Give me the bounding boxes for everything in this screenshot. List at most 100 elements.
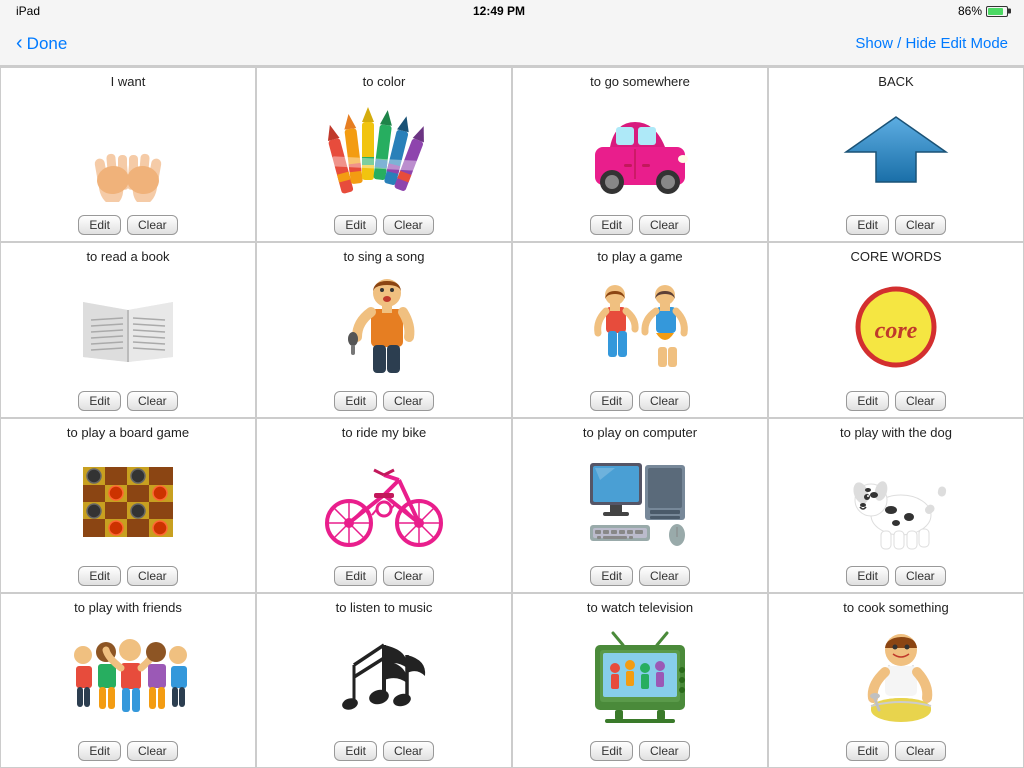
cell-image-i-want (5, 92, 251, 211)
cell-watch-tv: to watch television (512, 593, 768, 768)
cell-label-i-want: I want (111, 74, 146, 92)
battery-percent: 86% (958, 4, 982, 18)
cell-label-listen-music: to listen to music (336, 600, 433, 618)
cell-image-back (773, 92, 1019, 211)
cell-ride-bike: to ride my bike (256, 418, 512, 593)
cell-image-to-go-somewhere (517, 92, 763, 211)
edit-button-board-game[interactable]: Edit (78, 566, 121, 586)
cell-core-words: CORE WORDS core Edit Clear (768, 242, 1024, 417)
cell-buttons-listen-music: Edit Clear (334, 741, 433, 761)
edit-button-to-color[interactable]: Edit (334, 215, 377, 235)
clear-button-ride-bike[interactable]: Clear (383, 566, 434, 586)
cell-buttons-core-words: Edit Clear (846, 391, 945, 411)
clear-button-i-want[interactable]: Clear (127, 215, 178, 235)
cell-to-read-book: to read a book (0, 242, 256, 417)
clear-button-play-dog[interactable]: Clear (895, 566, 946, 586)
cell-label-play-computer: to play on computer (583, 425, 697, 443)
cell-buttons-to-read-book: Edit Clear (78, 391, 177, 411)
cell-label-to-read-book: to read a book (86, 249, 169, 267)
cell-buttons-play-computer: Edit Clear (590, 566, 689, 586)
cell-label-watch-tv: to watch television (587, 600, 693, 618)
edit-button-core-words[interactable]: Edit (846, 391, 889, 411)
edit-button-to-sing-a-song[interactable]: Edit (334, 391, 377, 411)
cell-buttons-to-play-game: Edit Clear (590, 391, 689, 411)
cell-image-core-words: core (773, 267, 1019, 386)
status-bar: iPad 12:49 PM 86% (0, 0, 1024, 22)
cell-buttons-to-sing-a-song: Edit Clear (334, 391, 433, 411)
cell-play-friends: to play with friends (0, 593, 256, 768)
status-time: 12:49 PM (473, 4, 525, 18)
cell-image-to-read-book (5, 267, 251, 386)
cell-image-listen-music (261, 618, 507, 737)
cell-buttons-i-want: Edit Clear (78, 215, 177, 235)
cell-play-computer: to play on computer (512, 418, 768, 593)
cell-to-color: to color (256, 67, 512, 242)
clear-button-to-play-game[interactable]: Clear (639, 391, 690, 411)
cell-image-cook (773, 618, 1019, 737)
cell-image-ride-bike (261, 443, 507, 562)
clear-button-to-sing-a-song[interactable]: Clear (383, 391, 434, 411)
back-chevron-icon: ‹ (16, 32, 23, 55)
clear-button-back[interactable]: Clear (895, 215, 946, 235)
cell-buttons-to-go-somewhere: Edit Clear (590, 215, 689, 235)
cell-buttons-play-dog: Edit Clear (846, 566, 945, 586)
nav-bar: ‹ Done Show / Hide Edit Mode (0, 22, 1024, 66)
cell-to-sing-a-song: to sing a song (256, 242, 512, 417)
edit-button-play-friends[interactable]: Edit (78, 741, 121, 761)
edit-button-play-computer[interactable]: Edit (590, 566, 633, 586)
cell-image-play-dog (773, 443, 1019, 562)
clear-button-listen-music[interactable]: Clear (383, 741, 434, 761)
clear-button-to-color[interactable]: Clear (383, 215, 434, 235)
cell-board-game: to play a board game (0, 418, 256, 593)
cell-buttons-ride-bike: Edit Clear (334, 566, 433, 586)
cell-listen-music: to listen to music (256, 593, 512, 768)
back-label: Done (27, 34, 68, 54)
cell-label-play-dog: to play with the dog (840, 425, 952, 443)
clear-button-play-friends[interactable]: Clear (127, 741, 178, 761)
device-name: iPad (16, 4, 40, 18)
cell-image-to-play-game (517, 267, 763, 386)
back-button[interactable]: ‹ Done (16, 32, 67, 55)
cell-buttons-cook: Edit Clear (846, 741, 945, 761)
edit-button-play-dog[interactable]: Edit (846, 566, 889, 586)
cell-label-to-color: to color (363, 74, 406, 92)
edit-button-to-go-somewhere[interactable]: Edit (590, 215, 633, 235)
cell-back: BACK Edit Clear (768, 67, 1024, 242)
edit-mode-button[interactable]: Show / Hide Edit Mode (855, 35, 1008, 52)
clear-button-watch-tv[interactable]: Clear (639, 741, 690, 761)
clear-button-core-words[interactable]: Clear (895, 391, 946, 411)
cell-buttons-board-game: Edit Clear (78, 566, 177, 586)
edit-button-watch-tv[interactable]: Edit (590, 741, 633, 761)
cell-image-play-friends (5, 618, 251, 737)
cell-label-to-go-somewhere: to go somewhere (590, 74, 690, 92)
edit-button-back[interactable]: Edit (846, 215, 889, 235)
cell-label-to-play-game: to play a game (597, 249, 682, 267)
cell-label-cook: to cook something (843, 600, 949, 618)
clear-button-cook[interactable]: Clear (895, 741, 946, 761)
edit-button-to-read-book[interactable]: Edit (78, 391, 121, 411)
cell-play-dog: to play with the dog (768, 418, 1024, 593)
cell-label-ride-bike: to ride my bike (342, 425, 427, 443)
symbol-grid: I want Edit Clear (0, 66, 1024, 768)
clear-button-play-computer[interactable]: Clear (639, 566, 690, 586)
edit-button-ride-bike[interactable]: Edit (334, 566, 377, 586)
battery-icon (986, 6, 1008, 17)
edit-button-cook[interactable]: Edit (846, 741, 889, 761)
clear-button-to-go-somewhere[interactable]: Clear (639, 215, 690, 235)
cell-label-back: BACK (878, 74, 913, 92)
cell-image-to-sing-a-song (261, 267, 507, 386)
cell-label-play-friends: to play with friends (74, 600, 182, 618)
cell-buttons-watch-tv: Edit Clear (590, 741, 689, 761)
clear-button-board-game[interactable]: Clear (127, 566, 178, 586)
edit-button-listen-music[interactable]: Edit (334, 741, 377, 761)
cell-to-play-game: to play a game (512, 242, 768, 417)
clear-button-to-read-book[interactable]: Clear (127, 391, 178, 411)
cell-i-want: I want Edit Clear (0, 67, 256, 242)
cell-image-watch-tv (517, 618, 763, 737)
cell-image-board-game (5, 443, 251, 562)
battery-indicator: 86% (958, 4, 1008, 18)
cell-cook: to cook something (768, 593, 1024, 768)
edit-button-i-want[interactable]: Edit (78, 215, 121, 235)
edit-button-to-play-game[interactable]: Edit (590, 391, 633, 411)
svg-text:core: core (875, 318, 918, 344)
